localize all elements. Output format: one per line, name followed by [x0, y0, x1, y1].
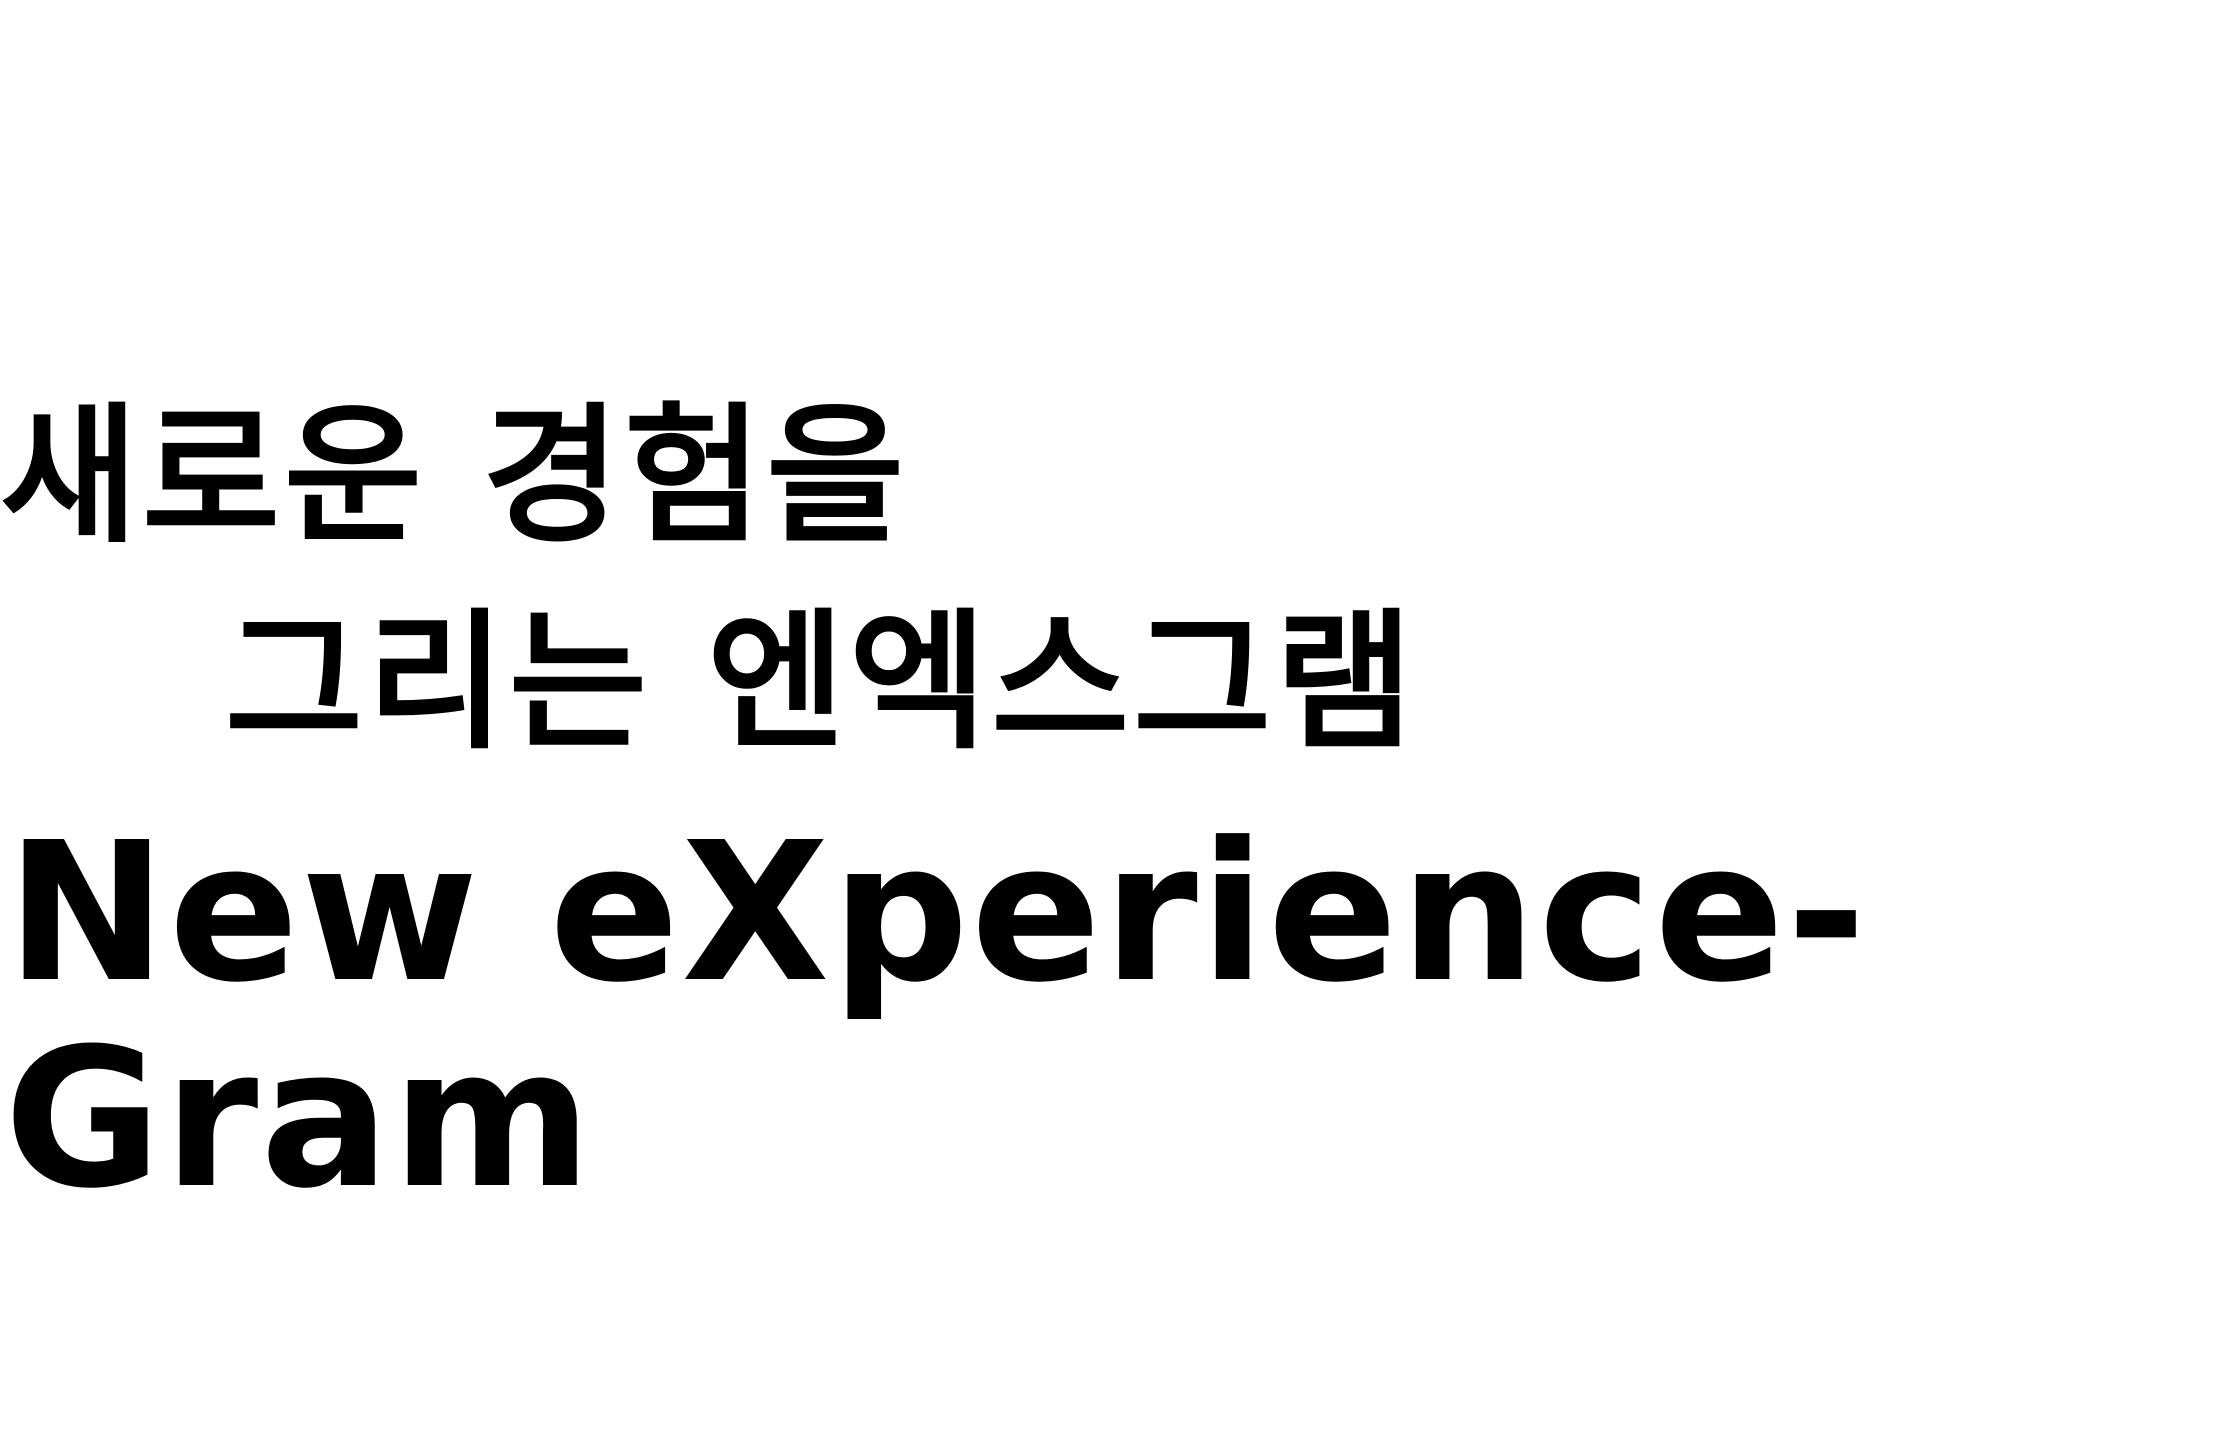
headline-korean-line-2: 그리는 엔엑스그램 [225, 596, 1418, 770]
headline-english-line-1: New eXperience- [6, 802, 1869, 1025]
headline-korean-line-1: 새로운 경험을 [0, 390, 909, 564]
headline-english-line-2: Gram [4, 1008, 594, 1231]
